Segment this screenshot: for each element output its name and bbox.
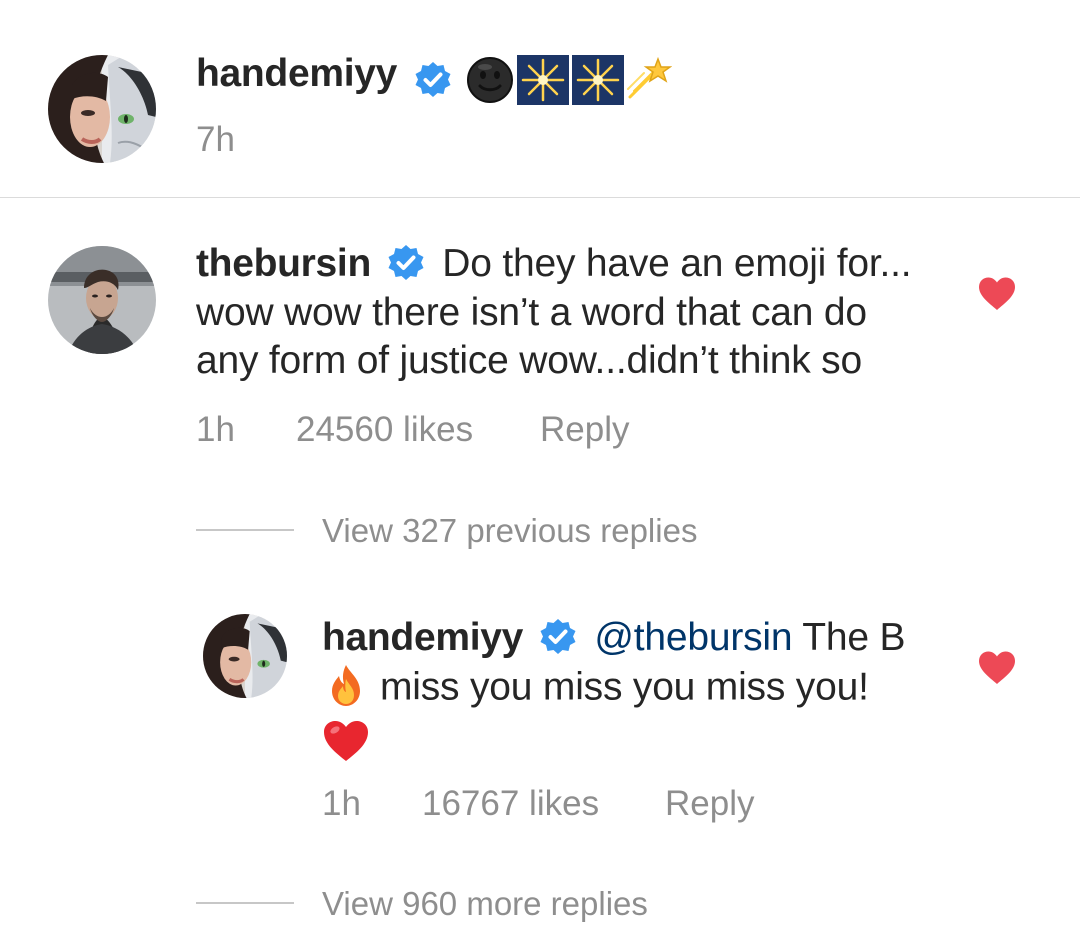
post-author-avatar[interactable] — [48, 55, 156, 163]
avatar-image — [48, 55, 156, 163]
reply-timestamp: 1h — [322, 784, 361, 823]
header-divider — [0, 197, 1080, 198]
reply-text-line-1: The B — [792, 616, 906, 659]
comment-text-line-2: wow wow there isn’t a word that can do — [196, 290, 867, 334]
comment-body: thebursin Do they have an emoji for... w… — [196, 240, 976, 385]
verified-badge-icon — [386, 243, 426, 283]
verified-badge-icon — [538, 617, 578, 657]
verified-badge-icon — [413, 60, 453, 100]
commenter-avatar[interactable] — [48, 246, 156, 354]
sparkler-emoji — [572, 55, 624, 105]
reply-body: handemiyy @thebursin The B miss you miss… — [322, 614, 972, 763]
new-moon-face-emoji — [465, 55, 515, 105]
like-comment-heart-icon[interactable] — [977, 276, 1017, 312]
view-previous-replies-link[interactable]: View 327 previous replies — [322, 512, 697, 550]
reply-line-2: miss you miss you miss you! — [324, 663, 972, 715]
replies-divider-line — [196, 529, 294, 531]
comment-timestamp: 1h — [196, 410, 235, 449]
comment-line-1: thebursin Do they have an emoji for... — [196, 240, 976, 289]
reply-text-line-2: miss you miss you miss you! — [380, 665, 869, 708]
like-reply-heart-icon[interactable] — [977, 650, 1017, 686]
view-more-replies-link[interactable]: View 960 more replies — [322, 885, 648, 923]
shooting-star-emoji — [626, 55, 673, 101]
red-heart-emoji — [322, 719, 370, 763]
avatar-image — [203, 614, 287, 698]
reply-author-avatar[interactable] — [203, 614, 287, 698]
reply-line-3 — [322, 715, 972, 763]
reply-author-username[interactable]: handemiyy — [322, 616, 523, 659]
comment-likes-count[interactable]: 24560 likes — [296, 410, 473, 450]
reply-likes-count[interactable]: 16767 likes — [422, 784, 599, 824]
reply-button[interactable]: Reply — [540, 410, 629, 450]
avatar-image — [48, 246, 156, 354]
comment-text-line-3: any form of justice wow...didn’t think s… — [196, 338, 862, 382]
replies-divider-line — [196, 902, 294, 904]
post-timestamp: 7h — [196, 120, 235, 159]
mention-link[interactable]: @thebursin — [594, 616, 792, 659]
commenter-username[interactable]: thebursin — [196, 242, 371, 285]
comment-text-line-1: Do they have an emoji for... — [442, 242, 912, 285]
post-author-username[interactable]: handemiyy — [196, 52, 397, 96]
sparkler-emoji — [517, 55, 569, 105]
reply-button[interactable]: Reply — [665, 784, 754, 824]
fire-emoji — [324, 663, 368, 707]
reply-line-1: handemiyy @thebursin The B — [322, 614, 972, 663]
